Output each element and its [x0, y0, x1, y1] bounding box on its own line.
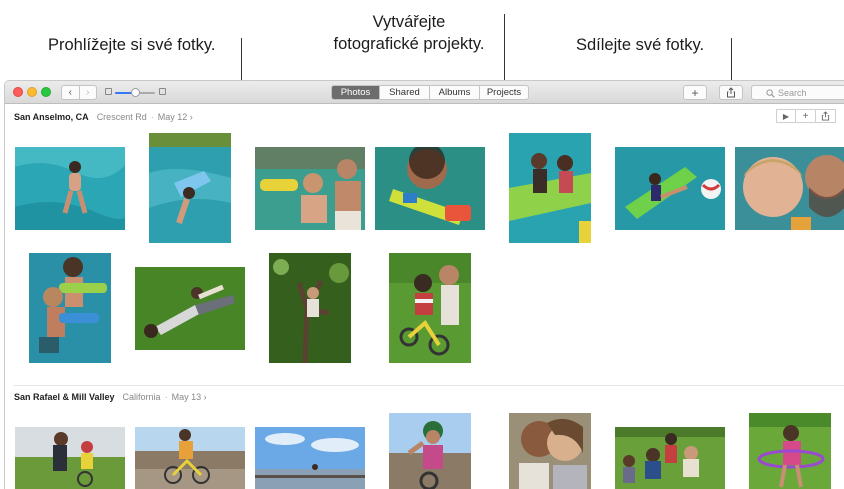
photo-thumbnail-pool-diving[interactable] [149, 133, 231, 243]
moment-share-button[interactable] [816, 109, 836, 123]
photo-thumbnail-water-gun[interactable] [375, 147, 485, 230]
moment-separator: · [164, 392, 168, 402]
moment-separator: · [150, 112, 154, 122]
callout-share-line [731, 38, 732, 86]
section-divider [14, 385, 844, 386]
forward-button[interactable]: › [80, 86, 97, 99]
photo-thumbnail-girls-laugh[interactable] [509, 413, 591, 489]
tab-photos[interactable]: Photos [332, 86, 380, 99]
moment-date-link[interactable]: May 12 › [158, 112, 193, 122]
moment-place[interactable]: San Anselmo, CA [14, 112, 89, 122]
search-field[interactable]: Search [751, 85, 844, 100]
photo-thumbnail-kid-helmet[interactable] [389, 413, 471, 489]
zoom-slider[interactable] [105, 87, 166, 98]
moment-sublocation: Crescent Rd [96, 112, 147, 122]
moment-header: San Anselmo, CA Crescent Rd · May 12 › [14, 111, 193, 123]
moment-header: San Rafael & Mill Valley California · May 1… [14, 391, 207, 403]
close-window-button[interactable] [13, 87, 23, 97]
callout-projects: Vytvářejte fotografické projekty. [316, 11, 502, 55]
moment-tools: ▶ + [776, 109, 836, 123]
back-button[interactable]: ‹ [62, 86, 80, 99]
toolbar: ‹ › Photos Shared Albums Projects + Sear… [5, 81, 844, 104]
photo-thumbnail-lying-grass[interactable] [135, 267, 245, 350]
photo-thumbnail-selfie[interactable] [735, 147, 844, 230]
photo-thumbnail-float-laughing[interactable] [509, 133, 591, 243]
moment-place[interactable]: San Rafael & Mill Valley [14, 392, 115, 402]
photo-thumbnail-hula-hoop[interactable] [749, 413, 831, 489]
photo-thumbnail-bike-help[interactable] [15, 427, 125, 489]
photo-thumbnail-pool-kids[interactable] [255, 147, 365, 230]
callout-browse: Prohlížejte si své fotky. [48, 36, 216, 54]
photo-thumbnail-green-float[interactable] [615, 147, 725, 230]
tab-projects[interactable]: Projects [480, 86, 528, 99]
photo-thumbnail-bike-ride[interactable] [135, 427, 245, 489]
callout-projects-line [504, 14, 505, 86]
photo-thumbnail-tree-climb[interactable] [269, 253, 351, 363]
photo-thumbnail-bay-view[interactable] [255, 427, 365, 489]
callout-projects-line2: fotografické projekty. [333, 35, 485, 53]
photo-thumbnail-group-grass[interactable] [615, 427, 725, 489]
callout-projects-line1: Vytvářejte [372, 13, 446, 31]
share-button[interactable] [719, 85, 743, 100]
view-tabs: Photos Shared Albums Projects [331, 85, 529, 100]
moment-add-button[interactable]: + [796, 109, 816, 123]
play-slideshow-button[interactable]: ▶ [776, 109, 796, 123]
tab-shared[interactable]: Shared [380, 86, 430, 99]
zoom-window-button[interactable] [41, 87, 51, 97]
tab-albums[interactable]: Albums [430, 86, 480, 99]
callout-share: Sdílejte své fotky. [576, 36, 705, 54]
photo-thumbnail-swim-gear[interactable] [29, 253, 111, 363]
large-thumbnails-icon [159, 88, 166, 95]
photo-thumbnail-tricycle[interactable] [389, 253, 471, 363]
moment-date-link[interactable]: May 13 › [172, 392, 207, 402]
moment-sublocation: California [122, 392, 161, 402]
photos-window: ‹ › Photos Shared Albums Projects + Sear… [4, 80, 844, 489]
search-placeholder: Search [778, 87, 807, 98]
search-icon [766, 89, 775, 98]
minimize-window-button[interactable] [27, 87, 37, 97]
share-icon [821, 111, 830, 121]
navigation-buttons: ‹ › [61, 85, 97, 100]
zoom-slider-knob[interactable] [130, 88, 140, 97]
add-button[interactable]: + [683, 85, 707, 100]
photo-thumbnail-pool-swimmer[interactable] [15, 147, 125, 230]
small-thumbnails-icon [105, 88, 112, 95]
share-icon [727, 87, 735, 98]
